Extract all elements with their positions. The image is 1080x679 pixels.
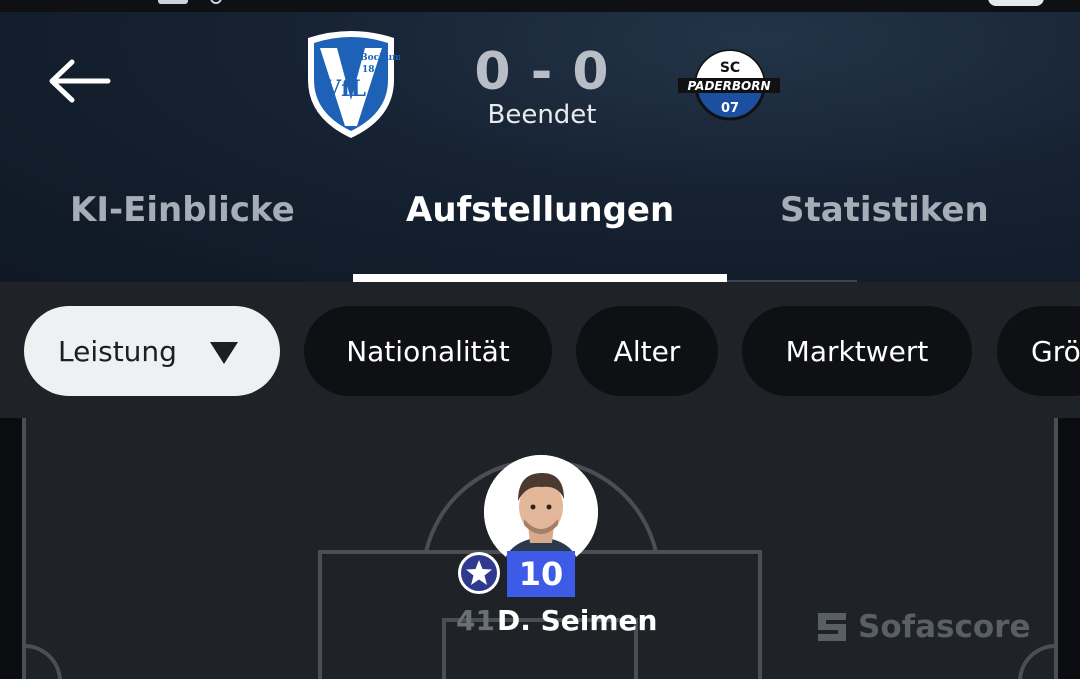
active-tab-indicator xyxy=(353,274,727,282)
sofascore-logo-icon xyxy=(818,613,846,641)
tab-ki-einblicke[interactable]: KI-Einblicke xyxy=(70,190,295,230)
notification-icon xyxy=(158,0,188,4)
watermark-text: Sofascore xyxy=(858,609,1031,645)
filter-chip-marktwert[interactable]: Marktwert xyxy=(742,306,972,396)
battery-icon xyxy=(988,0,1044,6)
filter-chip-groesse[interactable]: Grö xyxy=(997,306,1080,396)
star-icon xyxy=(466,560,492,585)
match-status: Beendet xyxy=(487,100,597,130)
status-bar xyxy=(0,0,1080,12)
home-logo-vfl: VfL xyxy=(323,76,366,102)
player-number: 41 xyxy=(456,604,495,637)
status-icon xyxy=(210,0,222,4)
filter-chip-leistung[interactable]: Leistung xyxy=(24,306,280,396)
filter-chip-bar: Leistung Nationalität Alter Marktwert Gr… xyxy=(0,282,1080,418)
away-logo-sc: SC xyxy=(720,60,740,76)
chip-label: Leistung xyxy=(58,334,177,368)
away-logo-07: 07 xyxy=(721,101,739,116)
filter-chip-nationalitaet[interactable]: Nationalität xyxy=(304,306,552,396)
tab-statistiken[interactable]: Statistiken xyxy=(780,190,989,230)
match-score: 0 - 0 xyxy=(474,42,610,102)
back-button[interactable] xyxy=(44,58,114,104)
filter-chip-alter[interactable]: Alter xyxy=(576,306,718,396)
tab-bar: KI-Einblicke Aufstellungen Statistiken xyxy=(0,170,1080,270)
tab-aufstellungen[interactable]: Aufstellungen xyxy=(406,190,674,230)
away-team-logo[interactable]: SC PADERBORN 07 xyxy=(676,40,782,130)
home-team-logo[interactable]: Bochum 1848 VfL xyxy=(302,30,402,142)
away-logo-name: PADERBORN xyxy=(687,79,770,93)
caret-down-icon xyxy=(210,342,238,364)
bochum-crest-icon: Bochum 1848 VfL xyxy=(308,31,402,138)
home-logo-year: 1848 xyxy=(362,65,387,75)
player-name[interactable]: D. Seimen xyxy=(497,604,657,637)
sofascore-watermark: Sofascore xyxy=(816,607,1030,647)
paderborn-crest-icon: SC PADERBORN 07 xyxy=(678,49,780,121)
home-logo-text: Bochum xyxy=(360,53,400,63)
arrow-left-icon xyxy=(49,59,111,103)
player-rating-badge: 10 xyxy=(507,551,575,597)
star-badge xyxy=(458,552,500,594)
